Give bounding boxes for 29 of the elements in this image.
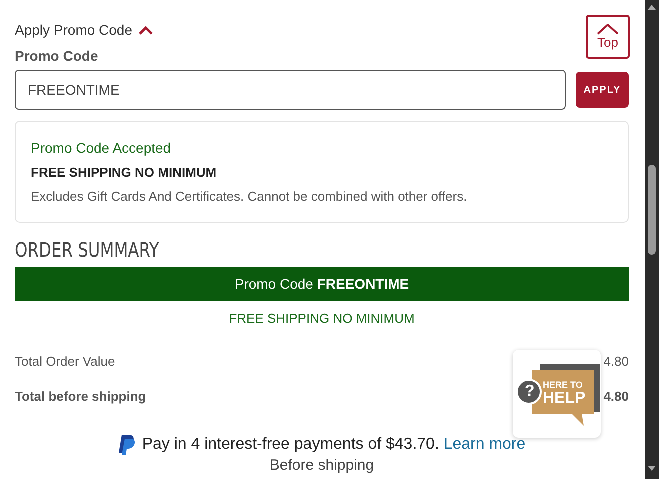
payment-text: Pay in 4 interest-free payments of $43.70. Learn more — [142, 436, 526, 454]
scroll-down-icon — [648, 466, 656, 471]
status-text: Promo Code Accepted — [31, 140, 172, 156]
help-text: HELP — [543, 390, 586, 408]
scroll-up-icon — [648, 5, 656, 10]
help-text: HERE TO — [543, 380, 583, 390]
chevron-up-icon — [597, 24, 619, 35]
speech-bubble-icon — [516, 362, 600, 428]
summary-label: Total Order Value — [15, 354, 116, 369]
promo-toggle[interactable]: Apply Promo Code — [15, 22, 153, 38]
field-label: Promo Code — [15, 48, 100, 64]
section-heading: ORDER SUMMARY — [15, 238, 160, 262]
summary-value: 4.80 — [604, 354, 629, 369]
promo-code-field[interactable]: FREEONTIME — [15, 70, 566, 110]
scrollbar[interactable] — [645, 0, 659, 479]
offer-detail: Excludes Gift Cards And Certificates. Cannot be combined with other offers. — [31, 189, 468, 204]
scrollbar-thumb[interactable] — [648, 165, 656, 255]
paypal-logo-icon — [118, 434, 136, 456]
chevron-up-icon — [138, 26, 153, 34]
promo-note: FREE SHIPPING NO MINIMUM — [228, 311, 416, 326]
back-to-top-button[interactable]: Top — [586, 15, 630, 59]
payment-note: Before shipping — [268, 457, 376, 474]
question-mark-icon: ? — [525, 383, 535, 401]
offer-title: FREE SHIPPING NO MINIMUM — [31, 165, 218, 180]
apply-button[interactable]: APPLY — [576, 72, 629, 108]
promo-banner: Promo Code FREEONTIME — [15, 267, 629, 301]
learn-more-link[interactable]: Learn more — [444, 436, 526, 453]
summary-value: 4.80 — [604, 389, 629, 404]
summary-label: Total before shipping — [15, 389, 146, 404]
